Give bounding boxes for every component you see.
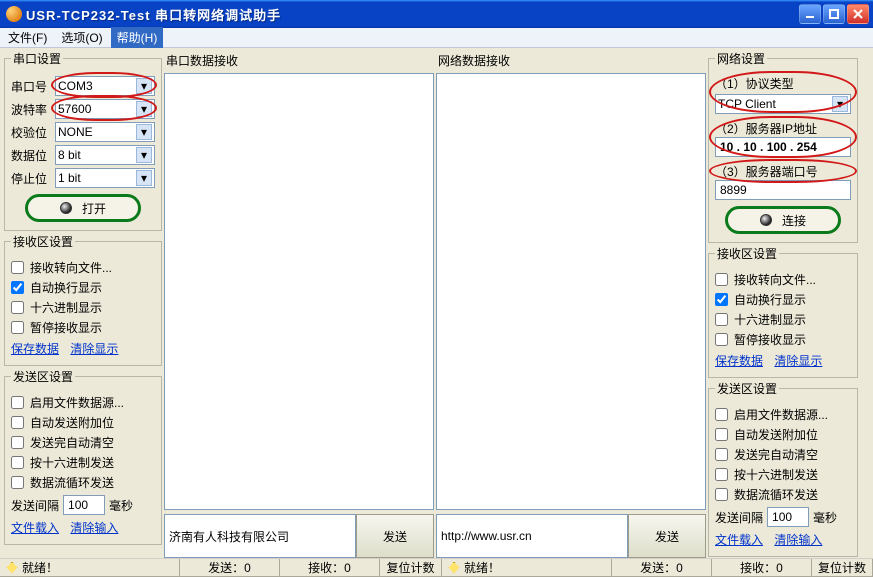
window-title: USR-TCP232-Test 串口转网络调试助手	[26, 5, 799, 24]
baud-label: 波特率	[11, 101, 51, 118]
recv-autowrap-check[interactable]	[11, 281, 24, 294]
proto-combo[interactable]: TCP Client ▾	[715, 94, 851, 114]
chevron-down-icon: ▾	[136, 147, 152, 163]
serial-port-combo[interactable]: COM3 ▾	[55, 76, 155, 96]
nsend-loop-check[interactable]	[715, 488, 728, 501]
recv-hex-check[interactable]	[11, 301, 24, 314]
serial-settings-group: 串口设置 串口号 COM3 ▾ 波特率 57600 ▾ 校验位	[4, 50, 162, 231]
server-ip-input[interactable]	[715, 137, 851, 157]
menu-help[interactable]: 帮助(H)	[111, 27, 164, 48]
serial-send-input[interactable]	[164, 514, 356, 558]
recv-save-link[interactable]: 保存数据	[11, 342, 59, 356]
minimize-button[interactable]	[799, 4, 821, 24]
nrecv-clear-link[interactable]: 清除显示	[774, 354, 822, 368]
nsend-hex-check[interactable]	[715, 468, 728, 481]
baud-combo[interactable]: 57600 ▾	[55, 99, 155, 119]
status-send-right: 发送：0	[640, 559, 683, 576]
connect-button[interactable]: 连接	[725, 206, 841, 234]
recv-pause-check[interactable]	[11, 321, 24, 334]
serial-port-label: 串口号	[11, 78, 51, 95]
serial-data-textarea[interactable]	[164, 73, 434, 510]
nsend-clear-check[interactable]	[715, 448, 728, 461]
databits-label: 数据位	[11, 147, 51, 164]
led-icon	[60, 202, 72, 214]
chevron-down-icon: ▾	[136, 124, 152, 140]
nrecv-tofile-check[interactable]	[715, 273, 728, 286]
menu-file[interactable]: 文件(F)	[2, 27, 53, 48]
recv-legend: 接收区设置	[11, 233, 75, 250]
maximize-button[interactable]	[823, 4, 845, 24]
nsend-fileload-link[interactable]: 文件载入	[715, 533, 763, 547]
serial-send-settings-group: 发送区设置 启用文件数据源... 自动发送附加位 发送完自动清空 按十六进制发送…	[4, 368, 162, 545]
chevron-down-icon: ▾	[832, 96, 848, 112]
server-port-input[interactable]	[715, 180, 851, 200]
send-clearinput-link[interactable]: 清除输入	[70, 521, 118, 535]
nsend-append-check[interactable]	[715, 428, 728, 441]
send-interval-input[interactable]	[63, 495, 105, 515]
nrecv-pause-check[interactable]	[715, 333, 728, 346]
net-send-input[interactable]	[436, 514, 628, 558]
status-ready-left: 就绪！	[22, 559, 58, 576]
chevron-down-icon: ▾	[136, 101, 152, 117]
nrecv-autowrap-check[interactable]	[715, 293, 728, 306]
stopbits-label: 停止位	[11, 170, 51, 187]
open-serial-button[interactable]: 打开	[25, 194, 141, 222]
nrecv-save-link[interactable]: 保存数据	[715, 354, 763, 368]
parity-combo[interactable]: NONE ▾	[55, 122, 155, 142]
recv-to-file-check[interactable]	[11, 261, 24, 274]
status-recv-right: 接收：0	[740, 559, 783, 576]
status-ready-right: 就绪！	[464, 559, 500, 576]
net-send-settings-group: 发送区设置 启用文件数据源... 自动发送附加位 发送完自动清空 按十六进制发送…	[708, 380, 858, 557]
title-bar: USR-TCP232-Test 串口转网络调试助手	[0, 0, 873, 28]
status-bar: 就绪！ 发送：0 接收：0 复位计数 就绪！ 发送：0 接收：0 复位计数	[0, 558, 873, 577]
send-append-check[interactable]	[11, 416, 24, 429]
send-legend: 发送区设置	[11, 368, 75, 385]
send-clear-check[interactable]	[11, 436, 24, 449]
nrecv-hex-check[interactable]	[715, 313, 728, 326]
nsend-interval-input[interactable]	[767, 507, 809, 527]
stopbits-combo[interactable]: 1 bit ▾	[55, 168, 155, 188]
net-data-textarea[interactable]	[436, 73, 706, 510]
serial-data-header: 串口数据接收	[164, 50, 434, 71]
led-icon	[760, 214, 772, 226]
network-settings-group: 网络设置 （1）协议类型 TCP Client ▾ （2）服务器IP地址 （3）…	[708, 50, 858, 243]
reset-counter-left[interactable]: 复位计数	[380, 559, 442, 577]
serial-send-button[interactable]: 发送	[356, 514, 434, 558]
send-file-check[interactable]	[11, 396, 24, 409]
databits-combo[interactable]: 8 bit ▾	[55, 145, 155, 165]
net-legend: 网络设置	[715, 50, 767, 67]
net-send-button[interactable]: 发送	[628, 514, 706, 558]
status-recv-left: 接收：0	[308, 559, 351, 576]
app-icon	[6, 6, 22, 22]
server-ip-label: （2）服务器IP地址	[715, 120, 851, 137]
parity-label: 校验位	[11, 124, 51, 141]
send-hex-check[interactable]	[11, 456, 24, 469]
menu-bar: 文件(F) 选项(O) 帮助(H)	[0, 28, 873, 48]
status-icon	[448, 562, 460, 574]
nsend-file-check[interactable]	[715, 408, 728, 421]
send-fileload-link[interactable]: 文件载入	[11, 521, 59, 535]
proto-label: （1）协议类型	[715, 75, 851, 92]
close-button[interactable]	[847, 4, 869, 24]
nsend-clearinput-link[interactable]: 清除输入	[774, 533, 822, 547]
serial-recv-settings-group: 接收区设置 接收转向文件... 自动换行显示 十六进制显示 暂停接收显示 保存数…	[4, 233, 162, 366]
status-icon	[6, 562, 18, 574]
reset-counter-right[interactable]: 复位计数	[812, 559, 873, 577]
chevron-down-icon: ▾	[136, 170, 152, 186]
recv-clear-link[interactable]: 清除显示	[70, 342, 118, 356]
chevron-down-icon: ▾	[136, 78, 152, 94]
menu-options[interactable]: 选项(O)	[55, 27, 108, 48]
server-port-label: （3）服务器端口号	[715, 163, 851, 180]
serial-settings-legend: 串口设置	[11, 50, 63, 67]
send-loop-check[interactable]	[11, 476, 24, 489]
status-send-left: 发送：0	[208, 559, 251, 576]
net-data-header: 网络数据接收	[436, 50, 706, 71]
net-recv-settings-group: 接收区设置 接收转向文件... 自动换行显示 十六进制显示 暂停接收显示 保存数…	[708, 245, 858, 378]
